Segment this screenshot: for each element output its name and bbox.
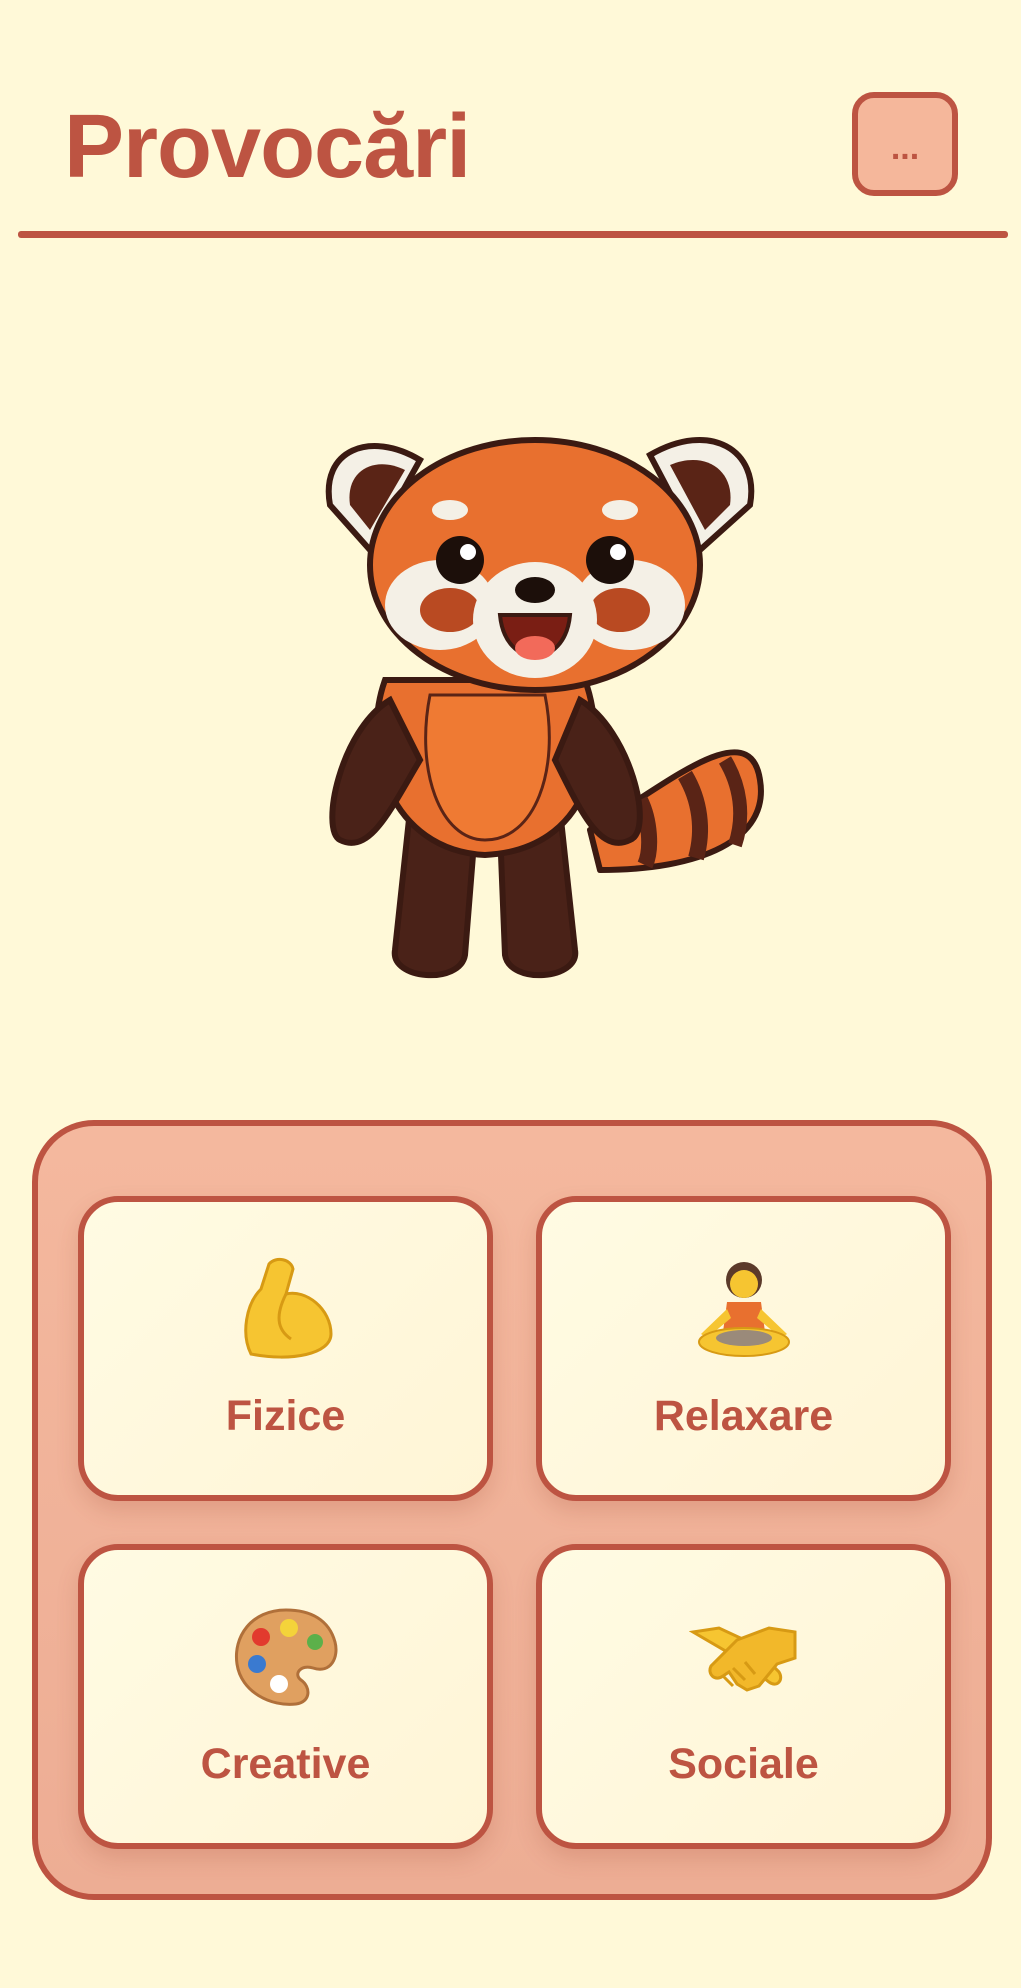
more-menu-button[interactable]: ... bbox=[852, 92, 958, 196]
category-card-sociale[interactable]: Sociale bbox=[536, 1544, 951, 1849]
categories-panel: Fizice Relaxare Creative Sociale bbox=[32, 1120, 992, 1900]
category-card-creative[interactable]: Creative bbox=[78, 1544, 493, 1849]
page-title: Provocări bbox=[64, 97, 471, 197]
category-card-relaxare[interactable]: Relaxare bbox=[536, 1196, 951, 1501]
category-label: Creative bbox=[200, 1740, 371, 1788]
flexed-biceps-icon bbox=[243, 1257, 333, 1359]
handshake-icon bbox=[688, 1626, 796, 1692]
artist-palette-icon bbox=[234, 1608, 337, 1706]
category-label: Fizice bbox=[225, 1392, 346, 1440]
app-header: Provocări ... bbox=[0, 0, 1021, 240]
category-card-fizice[interactable]: Fizice bbox=[78, 1196, 493, 1501]
header-divider bbox=[18, 231, 1008, 238]
category-label: Relaxare bbox=[653, 1392, 834, 1440]
red-panda-mascot bbox=[325, 436, 764, 978]
lotus-position-icon bbox=[697, 1262, 790, 1357]
category-label: Sociale bbox=[668, 1740, 819, 1788]
